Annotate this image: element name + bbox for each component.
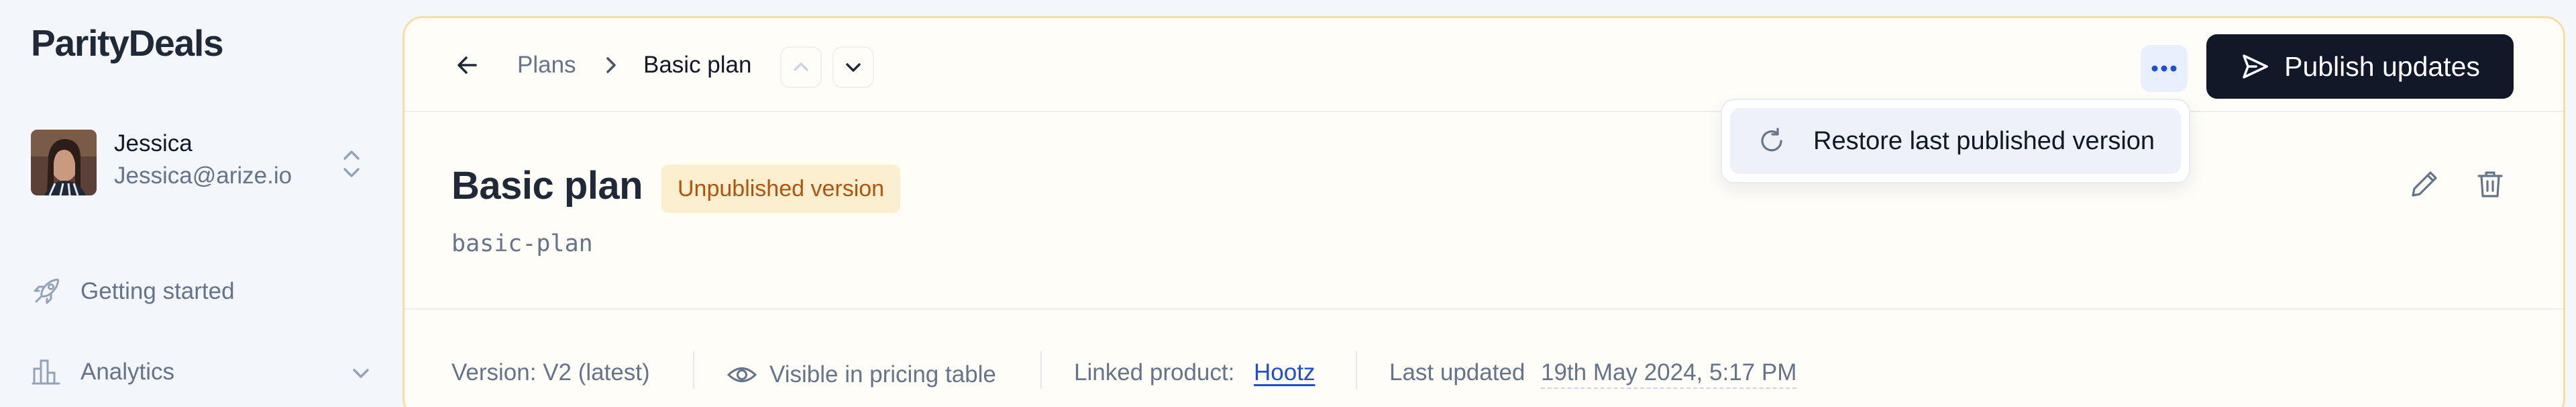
linked-product-link[interactable]: Hootz [1254,359,1315,386]
refresh-icon [1761,128,1782,152]
trash-icon[interactable] [2473,167,2507,201]
pencil-icon[interactable] [2408,167,2441,201]
previous-plan-button[interactable] [780,46,822,88]
menu-item-restore[interactable]: Restore last published version [1730,108,2181,174]
sidebar-item-analytics[interactable]: Analytics [31,352,373,392]
more-actions-button[interactable] [2141,45,2188,92]
eye-icon [727,367,757,382]
sidebar-item-getting-started[interactable]: Getting started [31,271,373,312]
chevron-down-icon [846,63,861,72]
more-actions-menu: Restore last published version [1721,99,2190,183]
status-badge: Unpublished version [661,165,901,213]
avatar [31,130,97,195]
divider [1040,351,1042,389]
next-plan-button[interactable] [833,46,874,88]
chevron-right-icon [606,57,616,73]
version-text: Version: V2 (latest) [451,359,650,386]
sidebar-item-label: Getting started [80,278,235,304]
linked-product-label: Linked product: [1074,359,1235,386]
publish-updates-button[interactable]: Publish updates [2206,34,2514,99]
brand-logo[interactable]: ParityDeals [31,21,224,64]
visibility-status: Visible in pricing table [727,359,996,390]
chevrons-up-down-icon[interactable] [338,145,365,183]
menu-item-label: Restore last published version [1813,126,2155,155]
breadcrumb-current: Basic plan [643,52,752,78]
last-updated-value: 19th May 2024, 5:17 PM [1541,359,1797,389]
arrow-left-icon[interactable] [451,49,484,81]
more-horizontal-icon [2151,65,2177,72]
divider [693,351,694,389]
plan-slug: basic-plan [451,230,593,257]
top-bar: Plans Basic plan Publish updates [405,18,2563,112]
plan-detail-panel: Plans Basic plan Publish updates Basic p… [402,16,2565,407]
publish-label: Publish updates [2284,50,2480,82]
chevron-down-icon[interactable] [349,361,373,386]
send-icon [2243,54,2268,79]
visibility-label: Visible in pricing table [769,361,996,388]
breadcrumb-plans-link[interactable]: Plans [517,52,576,79]
user-email: Jessica@arize.io [114,163,292,189]
last-updated-label: Last updated [1389,359,1525,386]
user-name: Jessica [114,130,193,156]
chevron-up-icon [794,62,808,71]
bar-chart-icon [32,359,60,385]
user-switcher[interactable]: Jessica Jessica@arize.io [31,126,373,200]
sidebar-item-label: Analytics [80,359,175,385]
rocket-icon [34,278,60,304]
page-title: Basic plan [451,164,643,208]
sidebar: ParityDeals Jessica Jessica@arize.io Get… [0,0,401,407]
plan-metadata-row: Version: V2 (latest) Visible in pricing … [405,308,2563,407]
divider [1356,351,1357,389]
